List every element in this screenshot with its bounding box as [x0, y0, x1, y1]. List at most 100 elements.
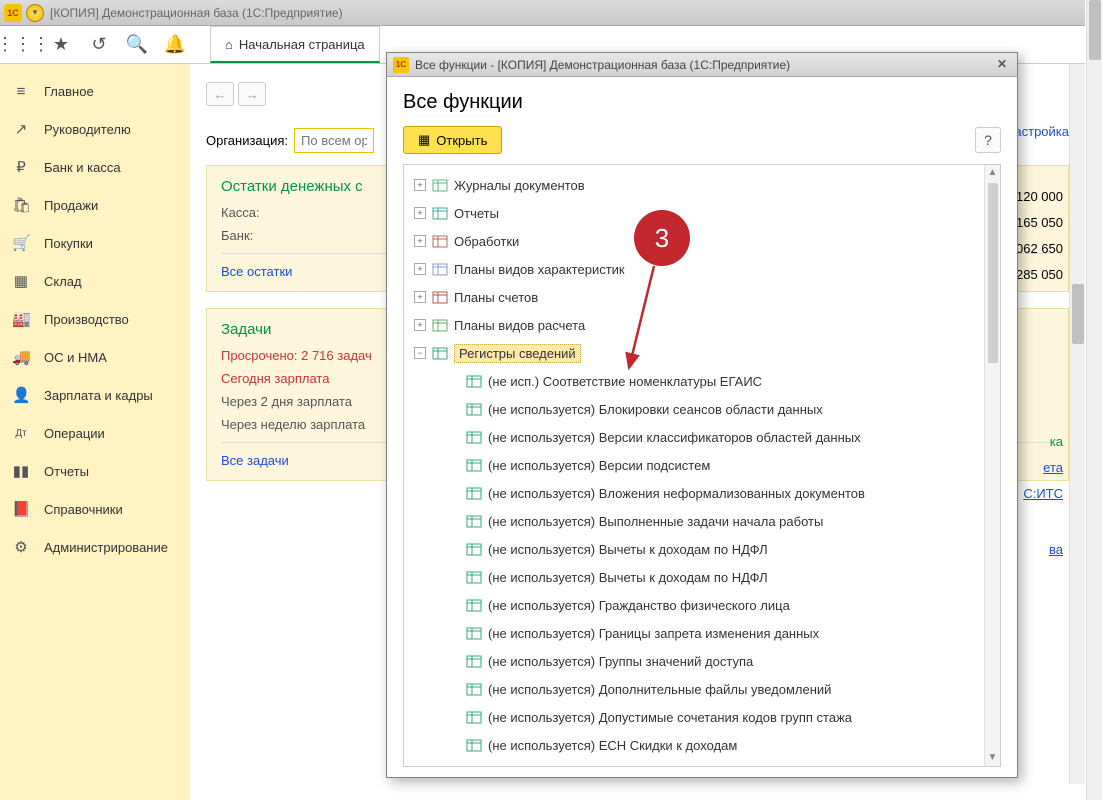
tree-child-node[interactable]: (не используется) Вычеты к доходам по НД… — [408, 535, 996, 563]
tab-home[interactable]: ⌂ Начальная страница — [210, 26, 380, 63]
nav-forward-button[interactable]: → — [238, 82, 266, 106]
history-icon[interactable]: ↺ — [84, 30, 114, 60]
search-icon[interactable]: 🔍 — [122, 30, 152, 60]
sidebar-item-label: Продажи — [44, 198, 98, 213]
sidebar-item-ops[interactable]: ДтОперации — [0, 414, 190, 452]
sidebar-item-label: Зарплата и кадры — [44, 388, 153, 403]
tree-label: (не используется) Версии подсистем — [488, 458, 710, 473]
tree-label: (не используется) Блокировки сеансов обл… — [488, 402, 823, 417]
page-scrollbar[interactable] — [1086, 0, 1102, 800]
sidebar-item-stock[interactable]: ▦Склад — [0, 262, 190, 300]
tree-label: Планы счетов — [454, 290, 538, 305]
tree-child-node[interactable]: (не используется) Вычеты к доходам по НД… — [408, 563, 996, 591]
tree-icon — [432, 178, 448, 192]
sidebar-item-bank[interactable]: ₽Банк и касса — [0, 148, 190, 186]
all-tasks-link[interactable]: Все задачи — [221, 453, 289, 468]
tree-child-node[interactable]: (не используется) Гражданство физическог… — [408, 591, 996, 619]
tree-child-node[interactable]: (не используется) ЕСН Скидки к доходам — [408, 731, 996, 759]
dropdown-icon[interactable]: ▾ — [26, 4, 44, 22]
tree-child-node[interactable]: (не используется) Вложения неформализова… — [408, 479, 996, 507]
sidebar-item-assets[interactable]: 🚚 ОС и НМА — [0, 338, 190, 376]
truck-icon: 🚚 — [12, 348, 30, 366]
scroll-up-icon[interactable]: ▲ — [985, 165, 1000, 181]
nav-back-button[interactable]: ← — [206, 82, 234, 106]
tree-child-node[interactable]: (не используется) Версии подсистем — [408, 451, 996, 479]
tree-node[interactable]: +Планы видов характеристик — [408, 255, 996, 283]
link-fragment[interactable]: ета — [1043, 460, 1063, 475]
scrollbar-thumb[interactable] — [988, 183, 998, 363]
dialog-heading: Все функции — [403, 91, 1001, 114]
open-button[interactable]: ▦ Открыть — [403, 126, 502, 154]
tree-scrollbar[interactable]: ▲ ▼ — [984, 165, 1000, 766]
scrollbar-thumb[interactable] — [1072, 284, 1084, 344]
apps-icon[interactable]: ⋮⋮⋮ — [8, 30, 38, 60]
close-icon[interactable]: ✕ — [993, 57, 1011, 73]
expand-icon[interactable]: + — [414, 207, 426, 219]
org-label: Организация: — [206, 133, 288, 148]
link-fragment: ка — [1023, 434, 1063, 460]
sidebar-item-label: Склад — [44, 274, 82, 289]
tree-icon — [466, 486, 482, 500]
expand-icon[interactable]: + — [414, 179, 426, 191]
tree-node[interactable]: +Отчеты — [408, 199, 996, 227]
bell-icon[interactable]: 🔔 — [160, 30, 190, 60]
tree-icon — [466, 514, 482, 528]
sidebar: ≡Главное ↗Руководителю ₽Банк и касса 🛍Пр… — [0, 64, 190, 800]
window-title: [КОПИЯ] Демонстрационная база (1С:Предпр… — [50, 6, 1081, 20]
sidebar-item-sales[interactable]: 🛍Продажи — [0, 186, 190, 224]
sidebar-item-label: Покупки — [44, 236, 93, 251]
collapse-icon[interactable]: − — [414, 347, 426, 359]
cart-icon: 🛒 — [12, 234, 30, 252]
content-scrollbar[interactable] — [1069, 64, 1085, 784]
all-balances-link[interactable]: Все остатки — [221, 264, 292, 279]
scrollbar-thumb[interactable] — [1089, 0, 1101, 60]
tree-node[interactable]: + Планы счетов — [408, 283, 996, 311]
sidebar-item-production[interactable]: 🏭 Производство — [0, 300, 190, 338]
factory-icon: 🏭 — [12, 310, 30, 328]
tree-child-node[interactable]: (не используется) Версии классификаторов… — [408, 423, 996, 451]
sidebar-item-main[interactable]: ≡Главное — [0, 72, 190, 110]
tree-child-node[interactable]: (не используется) Выполненные задачи нач… — [408, 507, 996, 535]
tree-node-selected[interactable]: −Регистры сведений — [408, 339, 996, 367]
tree-label: (не используется) Вычеты к доходам по НД… — [488, 570, 768, 585]
tree-child-node[interactable]: (не используется) Блокировки сеансов обл… — [408, 395, 996, 423]
tree-node[interactable]: +Журналы документов — [408, 171, 996, 199]
tree-child-node[interactable]: (не используется) Группы значений доступ… — [408, 647, 996, 675]
value: 062 650 — [1016, 236, 1063, 262]
star-icon[interactable]: ★ — [46, 30, 76, 60]
tree-icon — [466, 402, 482, 416]
tree-icon — [466, 430, 482, 444]
link-fragment[interactable]: ва — [1049, 542, 1063, 557]
open-label: Открыть — [436, 133, 487, 148]
tree-icon — [466, 542, 482, 556]
sidebar-item-manager[interactable]: ↗Руководителю — [0, 110, 190, 148]
sidebar-item-reports[interactable]: ▮▮Отчеты — [0, 452, 190, 490]
tree-child-node[interactable]: (не используется) Границы запрета измене… — [408, 619, 996, 647]
right-values: 120 000 165 050 062 650 285 050 — [1016, 184, 1063, 288]
tree-child-node[interactable]: (не используется) Допустимые сочетания к… — [408, 703, 996, 731]
link-fragment[interactable]: С:ИТС — [1023, 486, 1063, 501]
expand-icon[interactable]: + — [414, 263, 426, 275]
sidebar-item-refs[interactable]: 📕Справочники — [0, 490, 190, 528]
sidebar-item-purchases[interactable]: 🛒 Покупки — [0, 224, 190, 262]
tree-label: (не используется) Допустимые сочетания к… — [488, 710, 852, 725]
sidebar-item-label: Производство — [44, 312, 129, 327]
sidebar-item-label: Руководителю — [44, 122, 131, 137]
expand-icon[interactable]: + — [414, 235, 426, 247]
sidebar-item-hr[interactable]: 👤Зарплата и кадры — [0, 376, 190, 414]
expand-icon[interactable]: + — [414, 319, 426, 331]
org-input[interactable] — [294, 128, 374, 153]
tree-icon — [466, 570, 482, 584]
sidebar-item-label: ОС и НМА — [44, 350, 107, 365]
tree-node[interactable]: +Планы видов расчета — [408, 311, 996, 339]
dialog-titlebar: 1C Все функции - [КОПИЯ] Демонстрационна… — [387, 53, 1017, 77]
tree-icon — [432, 234, 448, 248]
tree-node[interactable]: +Обработки — [408, 227, 996, 255]
scroll-down-icon[interactable]: ▼ — [985, 750, 1000, 766]
sidebar-item-admin[interactable]: ⚙Администрирование — [0, 528, 190, 566]
tree-child-node[interactable]: (не используется) Дополнительные файлы у… — [408, 675, 996, 703]
tree-child-node[interactable]: (не исп.) Соответствие номенклатуры ЕГАИ… — [408, 367, 996, 395]
help-button[interactable]: ? — [975, 127, 1001, 153]
expand-icon[interactable]: + — [414, 291, 426, 303]
tree-icon — [466, 458, 482, 472]
